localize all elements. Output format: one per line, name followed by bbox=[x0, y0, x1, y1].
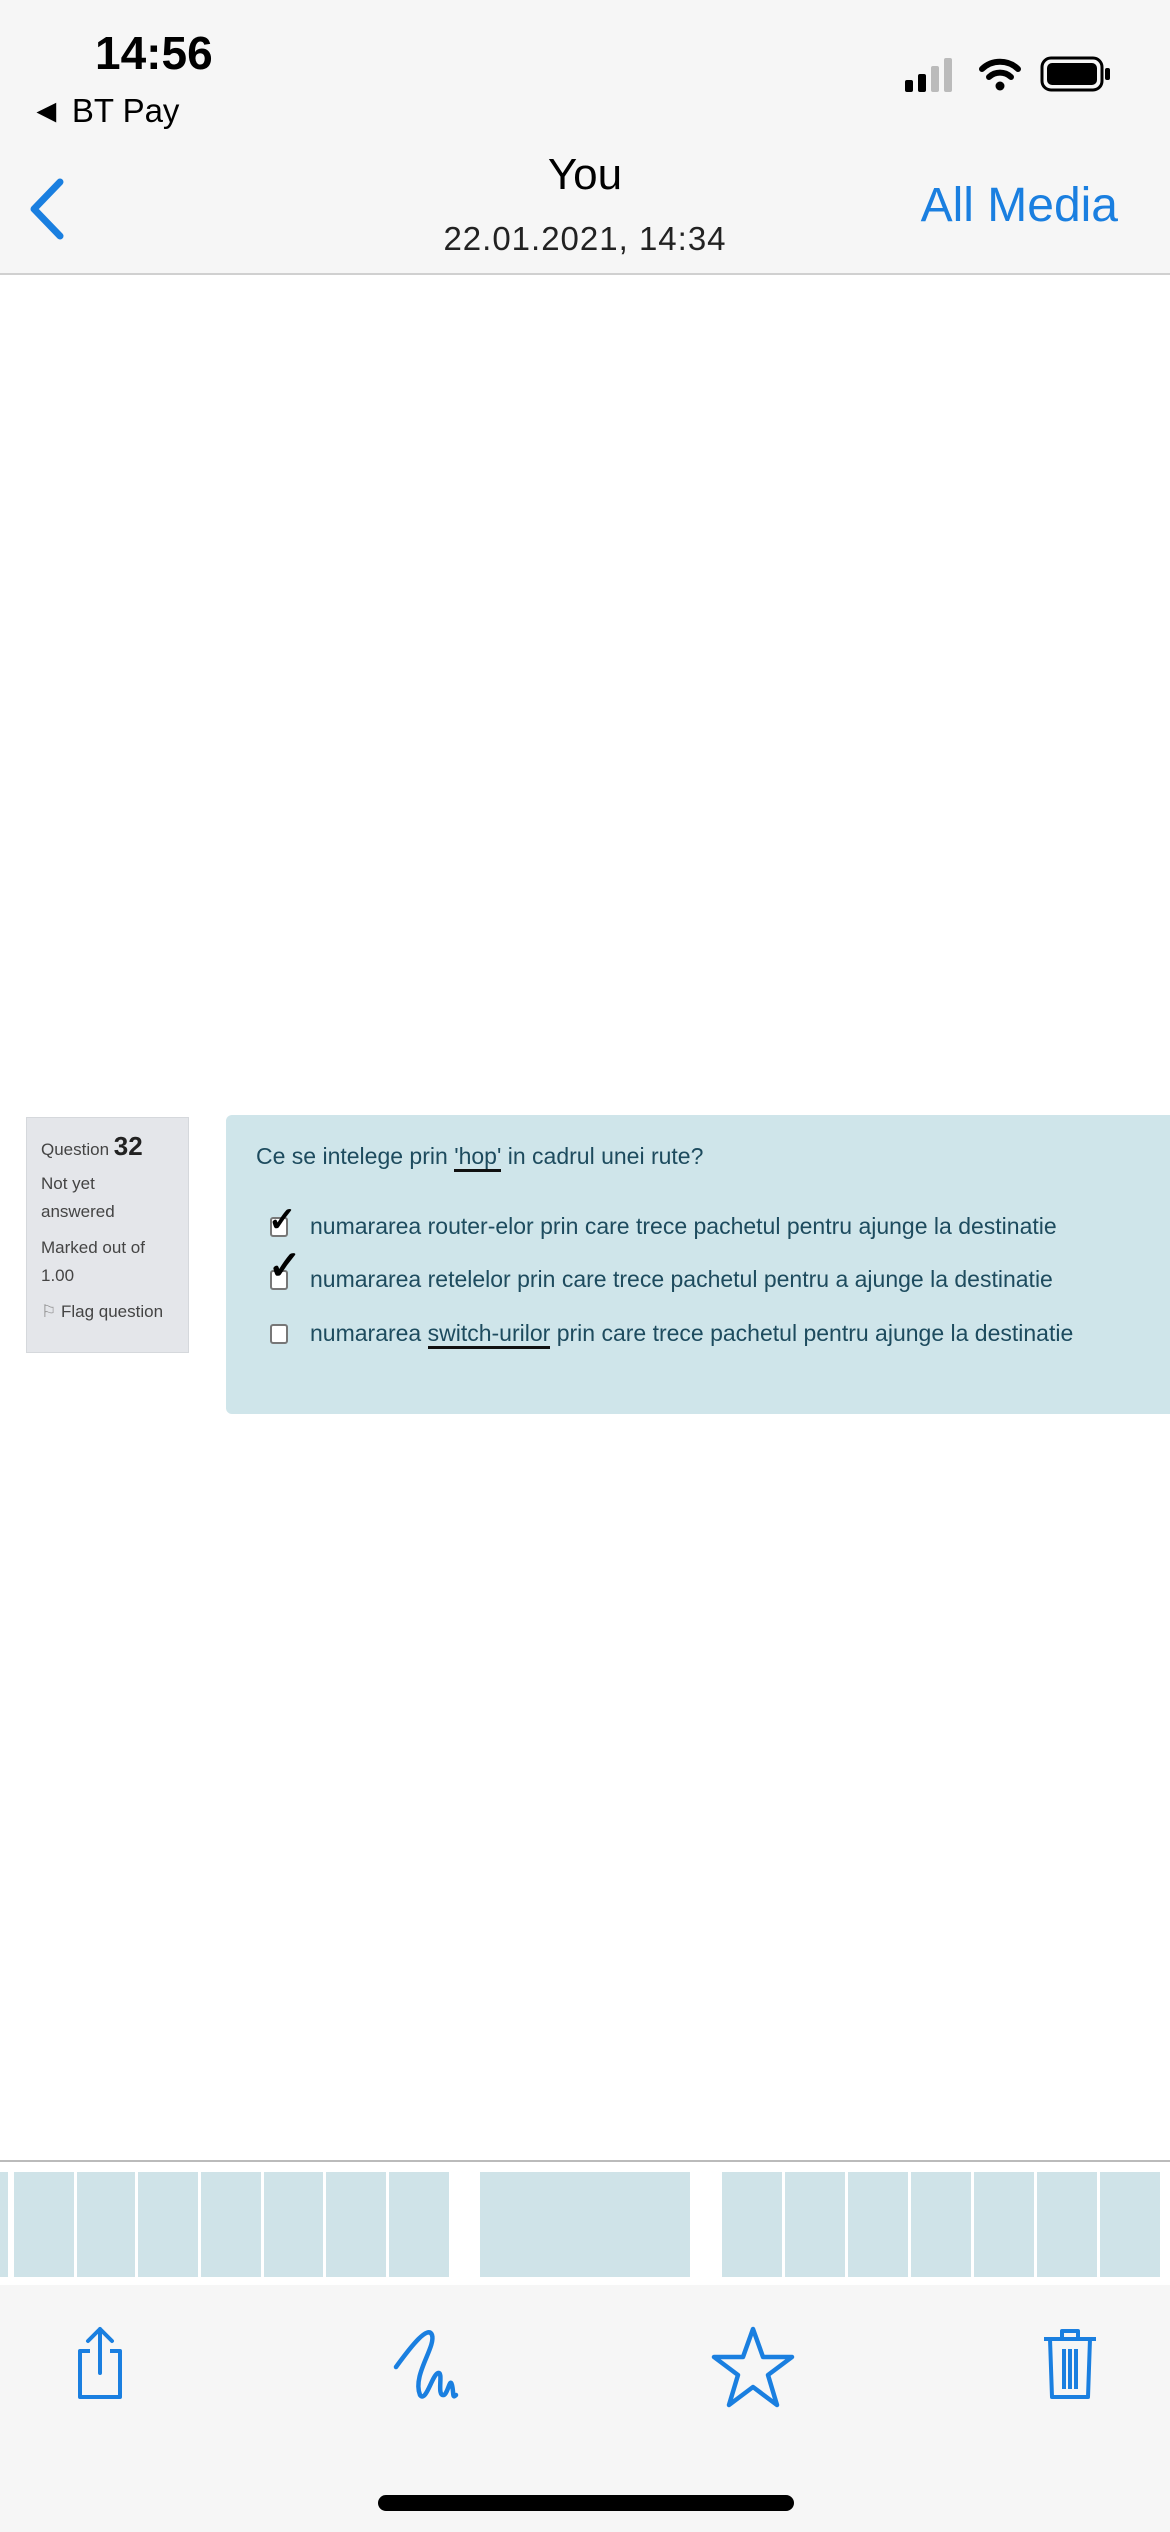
back-to-app-link[interactable]: ◄ BT Pay bbox=[30, 92, 179, 130]
question-state: Not yet answered bbox=[41, 1170, 174, 1226]
answer-option-2[interactable]: ✓ numararea retelelor prin care trece pa… bbox=[268, 1246, 1053, 1293]
markup-icon[interactable] bbox=[392, 2325, 476, 2405]
answer-option-3[interactable]: numararea switch-urilor prin care trece … bbox=[270, 1320, 1074, 1349]
mark-line-1: Marked out of bbox=[41, 1238, 145, 1257]
thumbnail[interactable] bbox=[1037, 2172, 1097, 2277]
answer-text: numararea retelelor prin care trece pach… bbox=[310, 1266, 1053, 1292]
answer-text: numararea router-elor prin care trece pa… bbox=[310, 1213, 1057, 1239]
answer-checkbox[interactable]: ✓ bbox=[268, 1203, 297, 1237]
thumbnail[interactable] bbox=[264, 2172, 323, 2277]
answer-checkbox[interactable] bbox=[270, 1323, 288, 1344]
mark-line-2: 1.00 bbox=[41, 1266, 75, 1285]
answer-option-1[interactable]: ✓ numararea router-elor prin care trece … bbox=[268, 1203, 1057, 1240]
thumbnail[interactable] bbox=[326, 2172, 386, 2277]
state-line-1: Not yet bbox=[41, 1174, 95, 1193]
question-label: Question bbox=[41, 1140, 110, 1159]
battery-icon bbox=[1040, 56, 1110, 92]
question-keyword-hop: 'hop' bbox=[454, 1143, 502, 1172]
thumbnail[interactable] bbox=[201, 2172, 261, 2277]
thumbnail-strip[interactable] bbox=[0, 2160, 1170, 2285]
navigation-bar: You 22.01.2021, 14:34 All Media bbox=[0, 150, 1170, 275]
wifi-icon bbox=[979, 58, 1021, 91]
thumbnail[interactable] bbox=[0, 2172, 8, 2277]
share-icon[interactable] bbox=[72, 2325, 128, 2401]
question-text: Ce se intelege prin 'hop' in cadrul unei… bbox=[256, 1143, 704, 1172]
flag-label: Flag question bbox=[60, 1302, 164, 1321]
flag-question-link[interactable]: ⚐ Flag question bbox=[41, 1298, 174, 1326]
thumbnail[interactable] bbox=[848, 2172, 908, 2277]
question-number: 32 bbox=[113, 1131, 143, 1161]
signal-icon bbox=[905, 58, 952, 92]
answer-underlined-word: switch-urilor bbox=[427, 1320, 551, 1349]
thumbnail[interactable] bbox=[14, 2172, 74, 2277]
favorite-star-icon[interactable] bbox=[710, 2325, 796, 2409]
answer-checkbox[interactable]: ✓ bbox=[268, 1246, 302, 1290]
thumbnail[interactable] bbox=[138, 2172, 198, 2277]
all-media-button[interactable]: All Media bbox=[921, 178, 1118, 233]
thumbnail[interactable] bbox=[77, 2172, 135, 2277]
flag-icon: ⚐ bbox=[41, 1302, 57, 1321]
question-text-part: Ce se intelege prin bbox=[256, 1143, 455, 1169]
trash-icon[interactable] bbox=[1040, 2325, 1100, 2401]
handwritten-check-icon: ✓ bbox=[268, 1243, 302, 1288]
handwritten-check-icon: ✓ bbox=[268, 1200, 297, 1239]
question-info-box: Question 32 Not yet answered Marked out o… bbox=[26, 1117, 189, 1353]
thumbnail-selected[interactable] bbox=[480, 2172, 690, 2277]
answer-text-part: prin care trece pachetul pentru ajunge l… bbox=[550, 1320, 1074, 1346]
state-line-2: answered bbox=[41, 1202, 115, 1221]
thumbnail[interactable] bbox=[974, 2172, 1034, 2277]
question-panel: Ce se intelege prin 'hop' in cadrul unei… bbox=[226, 1115, 1170, 1414]
home-indicator[interactable] bbox=[378, 2495, 794, 2511]
clock: 14:56 bbox=[95, 27, 213, 79]
answer-text-part: numararea bbox=[310, 1320, 428, 1346]
thumbnail[interactable] bbox=[785, 2172, 845, 2277]
thumbnail[interactable] bbox=[1100, 2172, 1160, 2277]
answer-text: numararea switch-urilor prin care trece … bbox=[310, 1320, 1074, 1349]
thumbnail[interactable] bbox=[722, 2172, 782, 2277]
thumbnail[interactable] bbox=[911, 2172, 971, 2277]
question-mark: Marked out of 1.00 bbox=[41, 1234, 174, 1290]
question-text-part: in cadrul unei rute? bbox=[501, 1143, 704, 1169]
thumbnail[interactable] bbox=[389, 2172, 449, 2277]
status-bar: 14:56 ◄ BT Pay bbox=[0, 0, 1170, 150]
bottom-toolbar bbox=[0, 2285, 1170, 2532]
